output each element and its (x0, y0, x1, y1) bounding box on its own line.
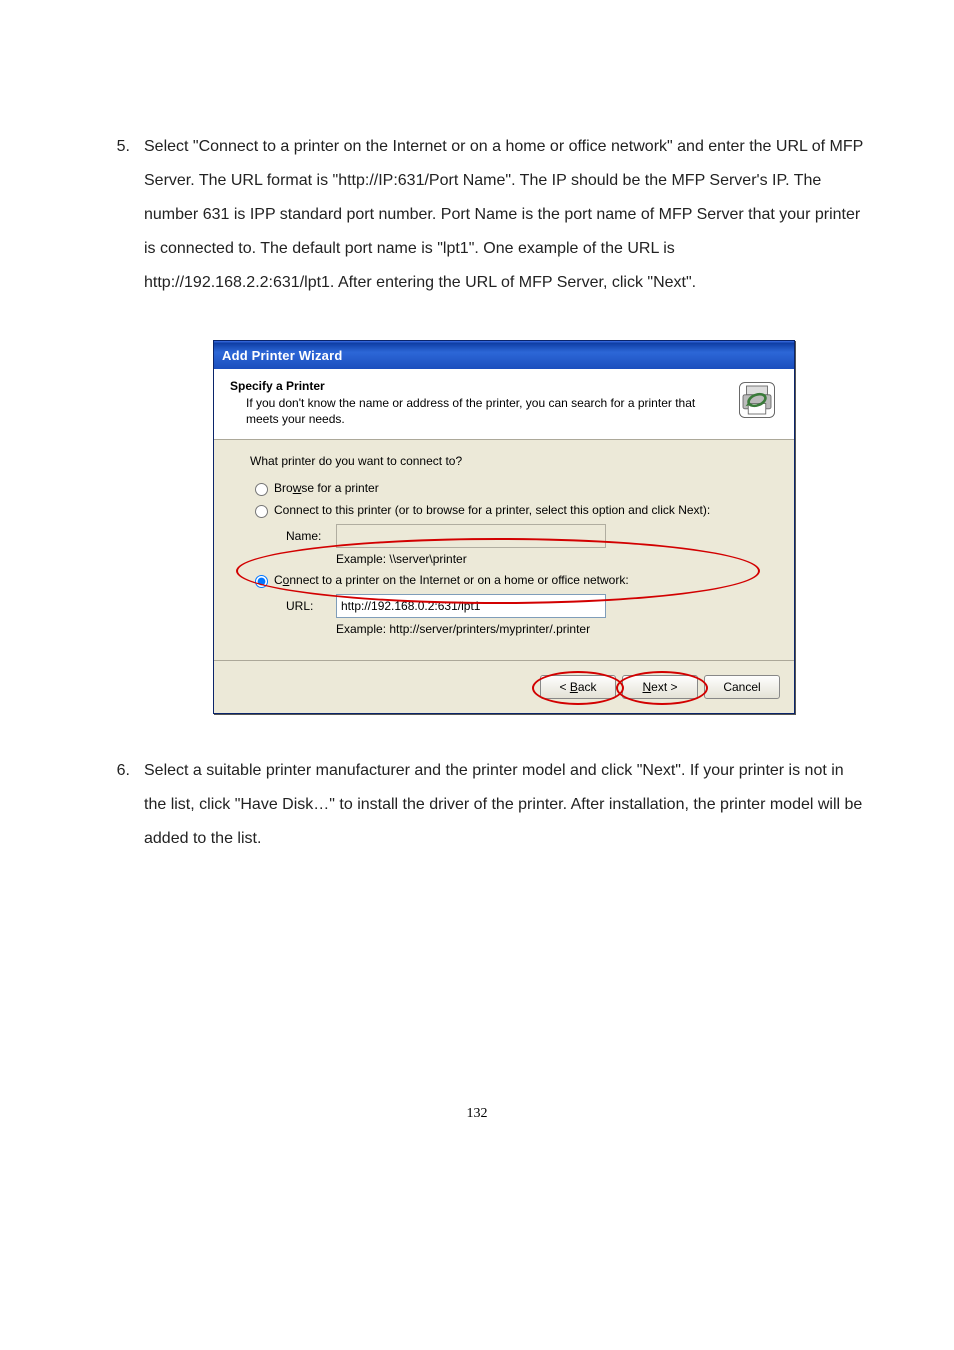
dialog-buttonbar: < Back Next > Cancel (214, 660, 794, 713)
name-field-row: Name: (286, 524, 758, 548)
next-button[interactable]: Next > (622, 675, 698, 699)
radio-connect-url[interactable] (255, 575, 268, 588)
step-number-5: 5. (90, 130, 144, 164)
step-body-5: Select "Connect to a printer on the Inte… (144, 130, 864, 300)
step-5: 5. Select "Connect to a printer on the I… (90, 130, 864, 300)
radio-browse[interactable] (255, 483, 268, 496)
step-6: 6. Select a suitable printer manufacture… (90, 754, 864, 856)
dialog-content: What printer do you want to connect to? … (214, 440, 794, 660)
radio-connect-name[interactable] (255, 505, 268, 518)
radio-connect-url-label: Connect to a printer on the Internet or … (274, 573, 629, 587)
dialog-header: Specify a Printer If you don't know the … (214, 369, 794, 440)
name-label: Name: (286, 529, 336, 543)
url-label: URL: (286, 599, 336, 613)
radio-connect-name-row[interactable]: Connect to this printer (or to browse fo… (250, 502, 758, 518)
back-button[interactable]: < Back (540, 675, 616, 699)
name-input (336, 524, 606, 548)
name-example: Example: \\server\printer (336, 552, 758, 566)
radio-browse-row[interactable]: Browse for a printer (250, 480, 758, 496)
url-field-row: URL: (286, 594, 758, 618)
dialog-header-subtitle: If you don't know the name or address of… (230, 395, 726, 427)
step-body-6: Select a suitable printer manufacturer a… (144, 754, 864, 856)
dialog-title: Add Printer Wizard (222, 348, 343, 363)
url-example: Example: http://server/printers/myprinte… (336, 622, 758, 636)
dialog-titlebar: Add Printer Wizard (214, 341, 794, 369)
url-input[interactable] (336, 594, 606, 618)
cancel-button[interactable]: Cancel (704, 675, 780, 699)
dialog-header-title: Specify a Printer (230, 379, 726, 393)
page-number: 132 (90, 1106, 864, 1122)
step-number-6: 6. (90, 754, 144, 788)
printer-icon (736, 379, 778, 421)
add-printer-wizard-dialog: Add Printer Wizard Specify a Printer If … (213, 340, 795, 714)
radio-connect-name-label: Connect to this printer (or to browse fo… (274, 503, 710, 517)
dialog-question: What printer do you want to connect to? (250, 454, 758, 468)
radio-browse-label: Browse for a printer (274, 481, 379, 495)
radio-connect-url-row[interactable]: Connect to a printer on the Internet or … (250, 572, 758, 588)
